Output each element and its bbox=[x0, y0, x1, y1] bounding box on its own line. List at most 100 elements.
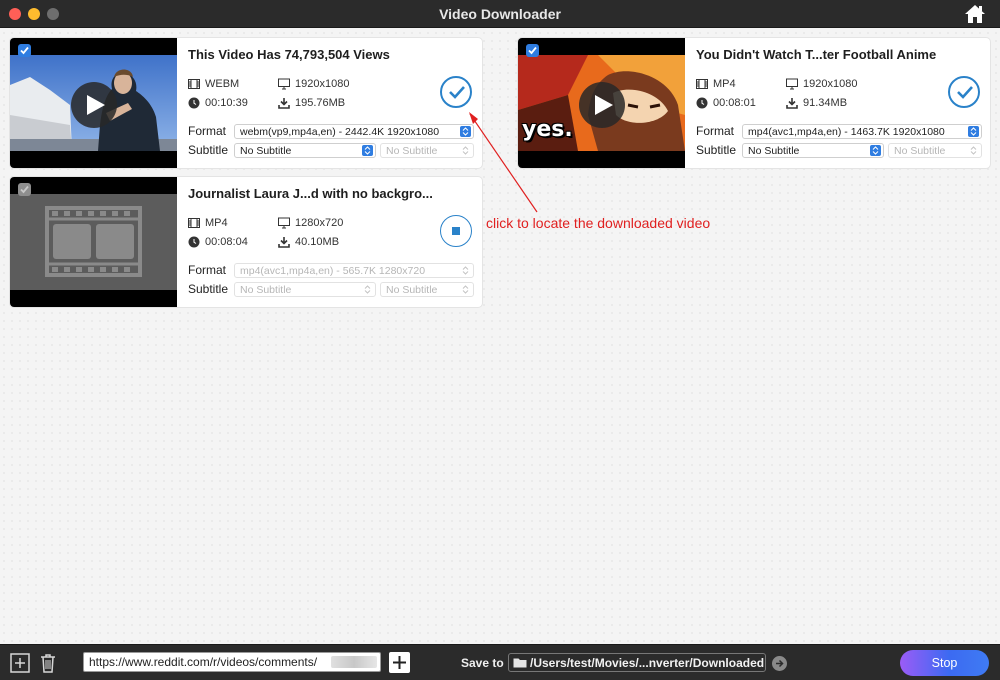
secondary-subtitle-value: No Subtitle bbox=[894, 145, 946, 157]
film-icon bbox=[696, 79, 708, 89]
resolution-value: 1920x1080 bbox=[295, 78, 350, 90]
format-select-value: mp4(avc1,mp4a,en) - 1463.7K 1920x1080 bbox=[748, 126, 945, 138]
chevron-updown-icon bbox=[362, 145, 373, 156]
format-label: Format bbox=[188, 263, 227, 277]
video-thumbnail[interactable] bbox=[10, 177, 177, 307]
url-redaction bbox=[331, 656, 377, 668]
annotation-text: click to locate the downloaded video bbox=[486, 215, 711, 231]
duration-value: 00:10:39 bbox=[205, 97, 248, 109]
folder-icon bbox=[513, 658, 527, 668]
stop-download-button[interactable] bbox=[440, 215, 472, 247]
subtitle-label: Subtitle bbox=[696, 143, 737, 157]
bottom-toolbar: https://www.reddit.com/r/videos/comments… bbox=[0, 644, 1000, 680]
resolution-value: 1280x720 bbox=[295, 217, 344, 229]
format-value: MP4 bbox=[713, 78, 736, 90]
monitor-icon bbox=[278, 217, 290, 229]
locate-downloaded-button[interactable] bbox=[948, 76, 980, 108]
trash-icon[interactable] bbox=[38, 653, 58, 673]
video-thumbnail[interactable]: yes. bbox=[518, 38, 685, 168]
resolution-info: 1920x1080 bbox=[278, 78, 349, 90]
clock-icon bbox=[188, 236, 200, 248]
duration-info: 00:10:39 bbox=[188, 97, 248, 109]
format-info: WEBM bbox=[188, 78, 239, 90]
url-input-value: https://www.reddit.com/r/videos/comments… bbox=[89, 655, 318, 669]
format-select[interactable]: mp4(avc1,mp4a,en) - 1463.7K 1920x1080 bbox=[742, 124, 982, 139]
size-info: 40.10MB bbox=[278, 236, 339, 248]
chevron-updown-icon bbox=[968, 126, 979, 137]
select-checkbox[interactable] bbox=[18, 183, 31, 196]
subtitle-select[interactable]: No Subtitle bbox=[234, 282, 376, 297]
download-icon bbox=[786, 98, 798, 109]
video-card: Journalist Laura J...d with no backgro..… bbox=[10, 177, 482, 307]
subtitle-select-value: No Subtitle bbox=[240, 284, 292, 296]
url-input[interactable]: https://www.reddit.com/r/videos/comments… bbox=[83, 652, 381, 672]
clock-icon bbox=[696, 97, 708, 109]
format-info: MP4 bbox=[188, 217, 228, 229]
size-value: 195.76MB bbox=[295, 97, 346, 109]
chevron-updown-icon bbox=[968, 145, 979, 156]
save-path-value: /Users/test/Movies/...nverter/Downloaded bbox=[530, 656, 765, 670]
download-list: This Video Has 74,793,504 Views WEBM 192… bbox=[0, 29, 1000, 644]
format-select[interactable]: mp4(avc1,mp4a,en) - 565.7K 1280x720 bbox=[234, 263, 474, 278]
subtitle-select-value: No Subtitle bbox=[748, 145, 800, 157]
format-label: Format bbox=[188, 124, 227, 138]
film-icon bbox=[188, 218, 200, 228]
format-value: WEBM bbox=[205, 78, 240, 90]
subtitle-select[interactable]: No Subtitle bbox=[234, 143, 376, 158]
resolution-info: 1920x1080 bbox=[786, 78, 857, 90]
save-path-field[interactable]: /Users/test/Movies/...nverter/Downloaded bbox=[508, 653, 766, 672]
download-icon bbox=[278, 98, 290, 109]
play-icon[interactable] bbox=[579, 82, 625, 128]
video-card: yes. You Didn't Watch T...ter Football A… bbox=[518, 38, 990, 168]
locate-downloaded-button[interactable] bbox=[440, 76, 472, 108]
title-bar: Video Downloader bbox=[0, 0, 1000, 28]
save-to-label: Save to bbox=[461, 656, 504, 670]
chevron-updown-icon bbox=[870, 145, 881, 156]
home-icon[interactable] bbox=[964, 4, 986, 24]
secondary-subtitle-value: No Subtitle bbox=[386, 145, 438, 157]
film-icon bbox=[188, 79, 200, 89]
size-value: 40.10MB bbox=[295, 236, 340, 248]
chevron-updown-icon bbox=[460, 126, 471, 137]
secondary-subtitle-select[interactable]: No Subtitle bbox=[888, 143, 982, 158]
duration-info: 00:08:01 bbox=[696, 97, 756, 109]
play-icon[interactable] bbox=[71, 82, 117, 128]
video-title: This Video Has 74,793,504 Views bbox=[188, 47, 390, 62]
format-select-value: mp4(avc1,mp4a,en) - 565.7K 1280x720 bbox=[240, 265, 426, 277]
duration-value: 00:08:01 bbox=[713, 97, 756, 109]
format-value: MP4 bbox=[205, 217, 228, 229]
open-folder-arrow-icon[interactable] bbox=[772, 656, 787, 671]
resolution-info: 1280x720 bbox=[278, 217, 343, 229]
secondary-subtitle-select[interactable]: No Subtitle bbox=[380, 282, 474, 297]
subtitle-select[interactable]: No Subtitle bbox=[742, 143, 884, 158]
add-file-icon[interactable] bbox=[10, 653, 30, 673]
format-select-value: webm(vp9,mp4a,en) - 2442.4K 1920x1080 bbox=[240, 126, 440, 138]
thumbnail-placeholder bbox=[10, 194, 177, 290]
video-card: This Video Has 74,793,504 Views WEBM 192… bbox=[10, 38, 482, 168]
stop-all-button[interactable]: Stop bbox=[900, 650, 989, 676]
size-info: 91.34MB bbox=[786, 97, 847, 109]
subtitle-label: Subtitle bbox=[188, 143, 229, 157]
monitor-icon bbox=[278, 78, 290, 90]
select-checkbox[interactable] bbox=[526, 44, 539, 57]
monitor-icon bbox=[786, 78, 798, 90]
window-title: Video Downloader bbox=[439, 6, 561, 22]
video-title: You Didn't Watch T...ter Football Anime bbox=[696, 47, 937, 62]
add-url-button[interactable] bbox=[389, 652, 410, 673]
video-title: Journalist Laura J...d with no backgro..… bbox=[188, 186, 433, 201]
select-checkbox[interactable] bbox=[18, 44, 31, 57]
thumbnail-caption: yes. bbox=[522, 117, 573, 142]
download-icon bbox=[278, 237, 290, 248]
clock-icon bbox=[188, 97, 200, 109]
film-placeholder-icon bbox=[45, 206, 142, 277]
duration-info: 00:08:04 bbox=[188, 236, 248, 248]
subtitle-label: Subtitle bbox=[188, 282, 229, 296]
chevron-updown-icon bbox=[460, 265, 471, 276]
format-select[interactable]: webm(vp9,mp4a,en) - 2442.4K 1920x1080 bbox=[234, 124, 474, 139]
size-info: 195.76MB bbox=[278, 97, 345, 109]
subtitle-select-value: No Subtitle bbox=[240, 145, 292, 157]
duration-value: 00:08:04 bbox=[205, 236, 248, 248]
format-label: Format bbox=[696, 124, 735, 138]
video-thumbnail[interactable] bbox=[10, 38, 177, 168]
secondary-subtitle-select[interactable]: No Subtitle bbox=[380, 143, 474, 158]
